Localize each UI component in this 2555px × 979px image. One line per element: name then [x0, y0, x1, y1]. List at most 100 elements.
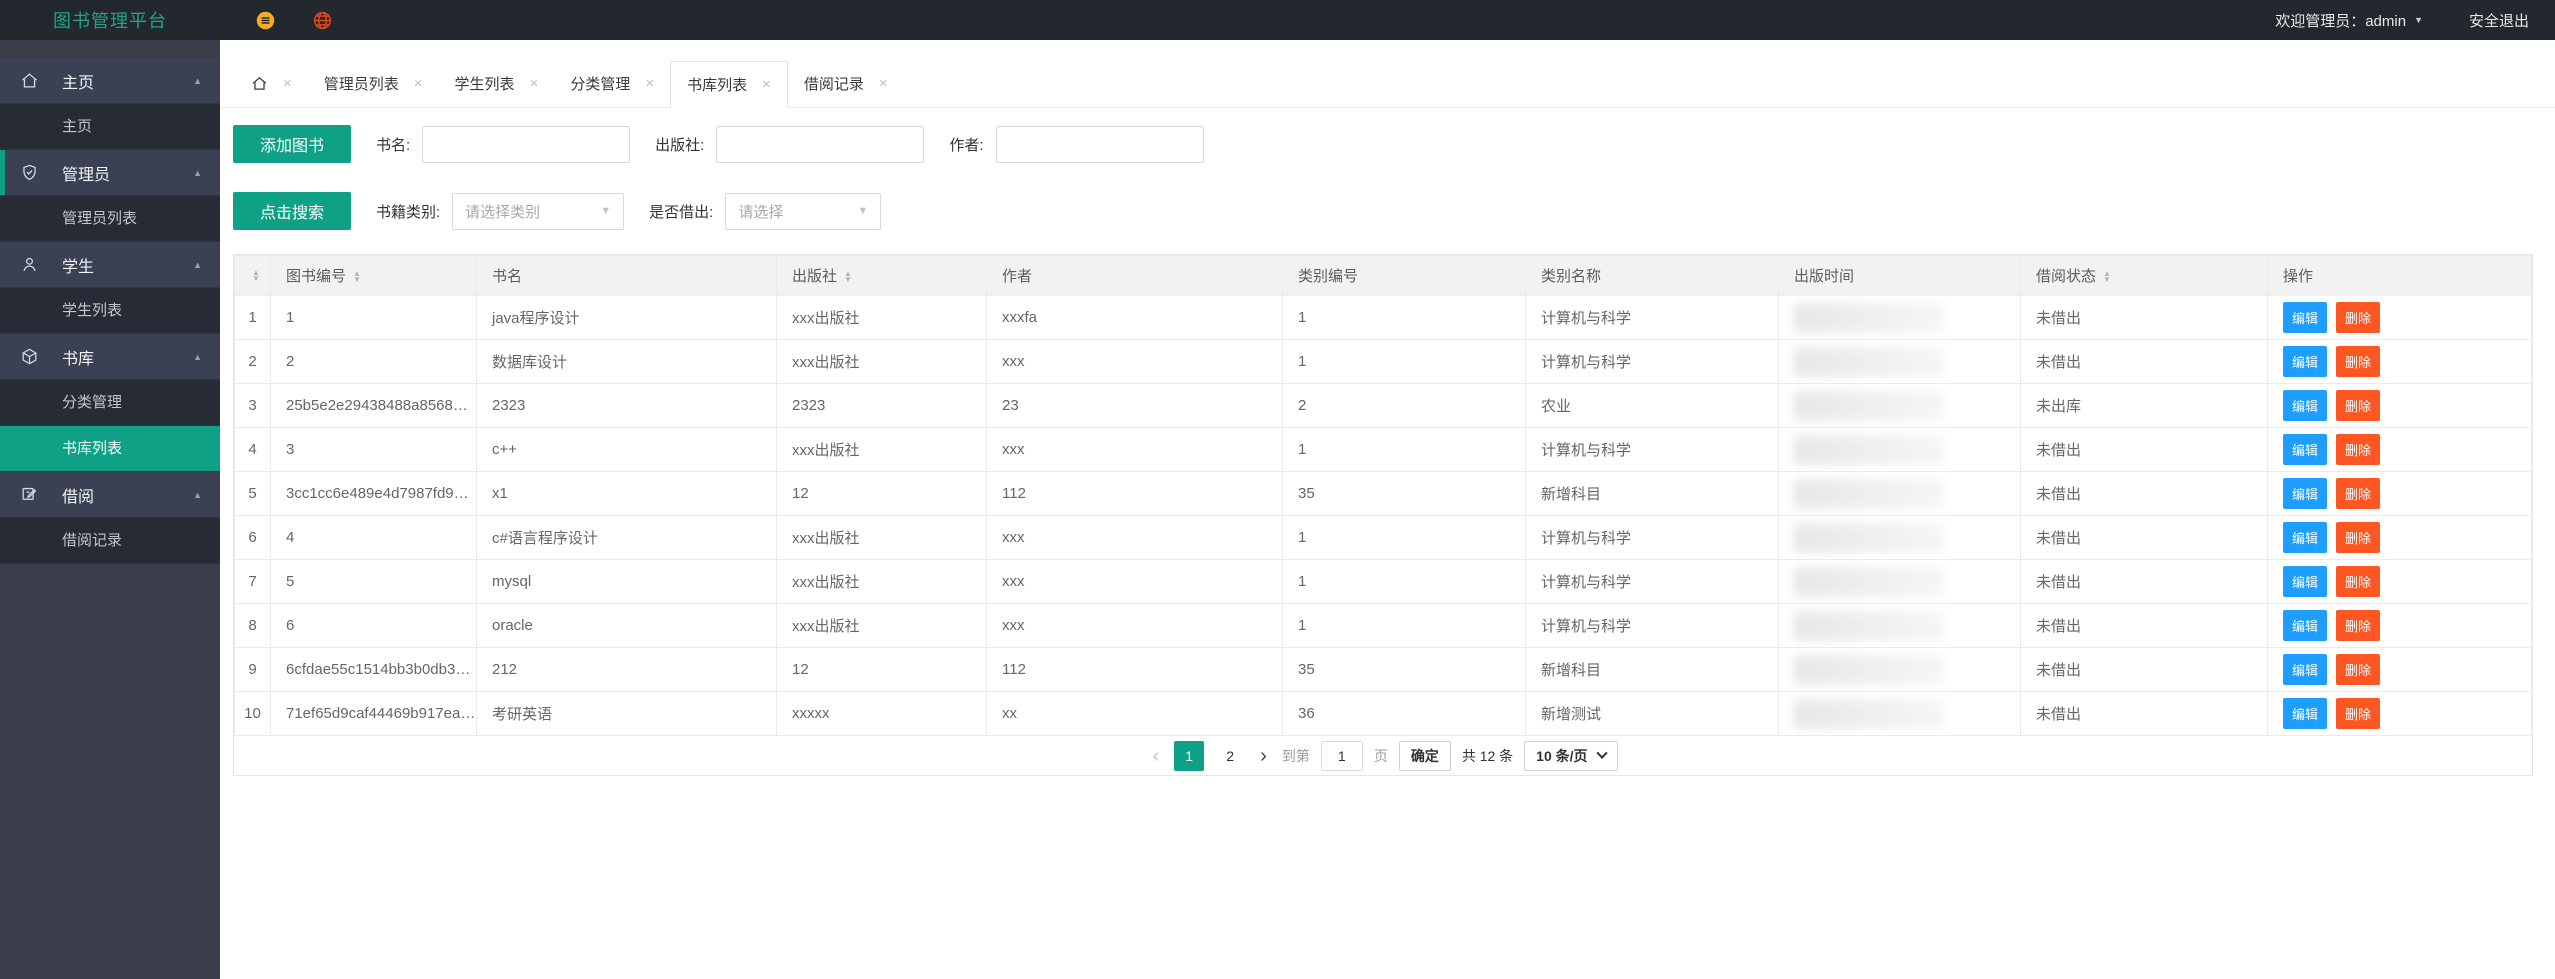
edit-button[interactable]: 编辑	[2283, 390, 2328, 421]
sidebar-item-借阅记录[interactable]: 借阅记录	[0, 518, 220, 564]
tab-管理员列表[interactable]: 管理员列表 ×	[307, 60, 439, 107]
edit-button[interactable]: 编辑	[2283, 434, 2328, 465]
sort-icon[interactable]: ▲ ▼	[252, 269, 260, 283]
cell-book-id: 71ef65d9caf44469b917eaf9...	[270, 691, 477, 736]
edit-button[interactable]: 编辑	[2283, 302, 2328, 333]
cell-category-id: 1	[1282, 427, 1526, 472]
edit-button[interactable]: 编辑	[2283, 698, 2328, 729]
goto-page-input[interactable]	[1320, 740, 1363, 771]
delete-button[interactable]: 删除	[2336, 346, 2381, 377]
logout-link[interactable]: 安全退出	[2469, 10, 2529, 31]
cell-actions: 编辑 删除	[2267, 691, 2532, 736]
cell-actions: 编辑 删除	[2267, 295, 2532, 340]
sidebar-item-分类管理[interactable]: 分类管理	[0, 380, 220, 426]
book-name-input[interactable]	[422, 125, 631, 163]
delete-button[interactable]: 删除	[2336, 302, 2381, 333]
sidebar: 主页 ▲ 主页 管理员 ▲ 管理员列表 学生 ▲ 学生列表 书库 ▲ 分类管理 书库列表 借阅 ▲ 借阅记录	[0, 40, 220, 979]
edit-button[interactable]: 编辑	[2283, 654, 2328, 685]
borrow-label: 是否借出:	[649, 203, 714, 221]
tab-分类管理[interactable]: 分类管理 ×	[554, 60, 671, 107]
edit-button[interactable]: 编辑	[2283, 610, 2328, 641]
column-header-书名: 书名	[476, 255, 777, 296]
tab-学生列表[interactable]: 学生列表 ×	[438, 60, 555, 107]
cell-category-id: 1	[1282, 603, 1526, 648]
sort-icon[interactable]: ▲ ▼	[844, 270, 852, 284]
sidebar-group-label: 主页	[62, 74, 95, 92]
sidebar-group-学生[interactable]: 学生 ▲	[0, 242, 220, 288]
next-page-icon[interactable]: ›	[1256, 746, 1271, 766]
row-index: 9	[234, 647, 271, 692]
delete-button[interactable]: 删除	[2336, 566, 2381, 597]
sidebar-item-书库列表[interactable]: 书库列表	[0, 426, 220, 472]
add-book-button[interactable]: 添加图书	[233, 125, 351, 163]
borrow-select[interactable]: 请选择 ▼	[725, 192, 882, 230]
redacted-publish-time	[1794, 522, 1944, 553]
sidebar-group-书库[interactable]: 书库 ▲	[0, 334, 220, 380]
column-header-借阅状态[interactable]: 借阅状态 ▲ ▼	[2020, 255, 2268, 296]
cell-publisher: xxx出版社	[776, 295, 987, 340]
sidebar-group-label: 学生	[62, 258, 95, 276]
edit-button[interactable]: 编辑	[2283, 478, 2328, 509]
book-table-card: ▲ ▼ 图书编号 ▲ ▼ 书名 出版社 ▲ ▼ 作者 类别编号 类别名称 出版时间 借阅状态 ▲ ▼ 操作 11…	[233, 254, 2533, 776]
close-icon[interactable]: ×	[283, 75, 292, 92]
sidebar-item-管理员列表[interactable]: 管理员列表	[0, 196, 220, 242]
author-input[interactable]	[995, 125, 1204, 163]
sidebar-item-主页[interactable]: 主页	[0, 104, 220, 150]
delete-button[interactable]: 删除	[2336, 522, 2381, 553]
cell-publisher: xxx出版社	[776, 427, 987, 472]
sidebar-group-管理员[interactable]: 管理员 ▲	[0, 150, 220, 196]
goto-confirm-button[interactable]: 确定	[1398, 740, 1451, 771]
tab-home[interactable]: ×	[235, 60, 308, 107]
category-select[interactable]: 请选择类别 ▼	[452, 192, 625, 230]
sidebar-group-借阅[interactable]: 借阅 ▲	[0, 472, 220, 518]
close-icon[interactable]: ×	[879, 75, 888, 92]
close-icon[interactable]: ×	[645, 75, 654, 92]
edit-button[interactable]: 编辑	[2283, 566, 2328, 597]
delete-button[interactable]: 删除	[2336, 434, 2381, 465]
row-index: 8	[234, 603, 271, 648]
close-icon[interactable]: ×	[414, 75, 423, 92]
sidebar-item-学生列表[interactable]: 学生列表	[0, 288, 220, 334]
cell-category-id: 1	[1282, 295, 1526, 340]
tab-书库列表[interactable]: 书库列表 ×	[670, 61, 788, 108]
delete-button[interactable]: 删除	[2336, 610, 2381, 641]
close-icon[interactable]: ×	[762, 76, 771, 93]
sidebar-group-主页[interactable]: 主页 ▲	[0, 58, 220, 104]
delete-button[interactable]: 删除	[2336, 698, 2381, 729]
column-header-操作: 操作	[2267, 255, 2532, 296]
category-select-value: 请选择类别	[465, 203, 541, 221]
top-bar: 图书管理平台 欢迎管理员：admin ▼ 安全退出	[0, 0, 2555, 40]
sort-icon[interactable]: ▲ ▼	[2103, 270, 2111, 284]
chevron-down-icon: ▼	[2414, 15, 2423, 25]
delete-button[interactable]: 删除	[2336, 478, 2381, 509]
page-size-select[interactable]: 10 条/页	[1524, 740, 1618, 771]
cell-category-name: 农业	[1525, 383, 1779, 428]
delete-button[interactable]: 删除	[2336, 390, 2381, 421]
delete-button[interactable]: 删除	[2336, 654, 2381, 685]
search-button[interactable]: 点击搜索	[233, 192, 351, 230]
cell-actions: 编辑 删除	[2267, 559, 2532, 604]
sidebar-group-label: 管理员	[62, 166, 111, 184]
close-icon[interactable]: ×	[530, 75, 539, 92]
page-button-1[interactable]: 1	[1174, 740, 1205, 771]
cell-category-name: 计算机与科学	[1525, 515, 1779, 560]
edit-button[interactable]: 编辑	[2283, 346, 2328, 377]
cell-book-id: 25b5e2e29438488a85680d...	[270, 383, 477, 428]
publisher-input[interactable]	[716, 125, 925, 163]
column-header-出版社[interactable]: 出版社 ▲ ▼	[776, 255, 987, 296]
cell-actions: 编辑 删除	[2267, 383, 2532, 428]
goto-label: 到第	[1281, 747, 1310, 764]
column-header-index[interactable]: ▲ ▼	[234, 255, 271, 296]
table-row: 5 3cc1cc6e489e4d7987fd97b... x1 12 112 35 新增科目…	[234, 471, 2532, 516]
tab-借阅记录[interactable]: 借阅记录 ×	[787, 60, 904, 107]
prev-page-icon[interactable]: ‹	[1148, 746, 1163, 766]
welcome-admin-dropdown[interactable]: 欢迎管理员：admin ▼	[2275, 10, 2423, 31]
menu-circle-icon[interactable]	[255, 10, 276, 31]
edit-button[interactable]: 编辑	[2283, 522, 2328, 553]
cell-borrow-status: 未借出	[2020, 295, 2268, 340]
tab-bar: × 管理员列表 × 学生列表 × 分类管理 × 书库列表 × 借阅记录 ×	[220, 40, 2555, 108]
globe-icon[interactable]	[312, 10, 333, 31]
page-button-2[interactable]: 2	[1215, 741, 1245, 771]
sort-icon[interactable]: ▲ ▼	[353, 270, 361, 284]
column-header-图书编号[interactable]: 图书编号 ▲ ▼	[270, 255, 477, 296]
